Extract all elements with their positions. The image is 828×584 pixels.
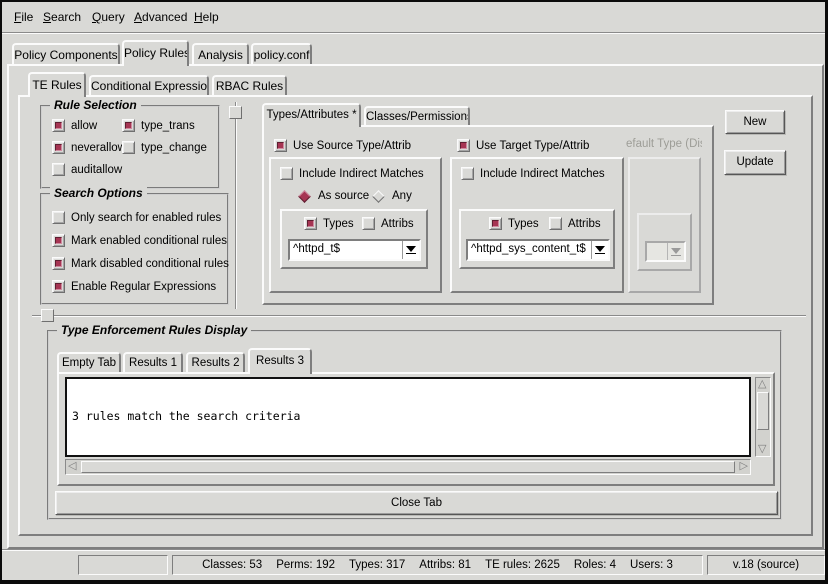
tab-empty-tab[interactable]: Empty Tab [57,352,121,372]
new-button[interactable]: New [725,110,785,134]
status-version-panel: v.18 (source) [707,555,825,575]
target-combo-dropdown-icon[interactable] [591,241,608,259]
source-combo-dropdown-icon[interactable] [402,241,419,259]
default-type-label: efault Type (Disa [626,138,702,150]
checkbox-neverallow[interactable]: neverallow [52,141,126,154]
menu-search[interactable]: Search [43,10,81,24]
default-type-inner-frame [637,213,692,271]
scroll-left-icon[interactable]: ◁ [68,461,76,472]
checkbox-target-types[interactable]: Types [489,217,539,230]
checkbox-auditallow[interactable]: auditallow [52,163,122,176]
radio-any[interactable]: Any [371,190,412,202]
statusbar-separator [2,549,825,551]
vertical-scrollbar-thumb[interactable] [757,392,769,430]
checkbox-source-attribs[interactable]: Attribs [362,217,414,230]
default-type-frame [628,157,701,293]
tab-conditional-expressions[interactable]: Conditional Expressions [89,75,209,95]
results-summary: 3 rules match the search criteria [72,409,749,423]
radio-as-source-diamond [298,190,311,203]
scroll-down-icon[interactable]: ▽ [758,444,766,455]
update-button[interactable]: Update [724,150,786,175]
vertical-sash-line [235,102,237,309]
checkbox-type-trans[interactable]: type_trans [122,119,195,132]
checkbox-use-target[interactable]: Use Target Type/Attrib [457,139,589,152]
target-type-value: ^httpd_sys_content_t$ [468,241,591,259]
tab-policy-components[interactable]: Policy Components [12,43,120,64]
tab-results-3[interactable]: Results 3 [248,348,312,374]
vertical-sash-handle[interactable] [229,106,242,119]
checkbox-allow-box [52,119,65,132]
target-frame: Include Indirect Matches Types Attribs ^… [450,157,624,293]
rule-selection-title: Rule Selection [50,98,141,112]
status-empty-panel [78,555,168,575]
checkbox-target-indirect[interactable]: Include Indirect Matches [461,167,605,180]
checkbox-source-indirect[interactable]: Include Indirect Matches [280,167,424,180]
checkbox-type-change[interactable]: type_change [122,141,207,154]
status-types: Types: 317 [349,559,405,571]
source-frame: Include Indirect Matches As source Any T… [269,157,442,293]
status-users: Users: 3 [630,559,673,571]
checkbox-only-enabled[interactable]: Only search for enabled rules [52,211,221,224]
search-options-title: Search Options [50,186,147,200]
menu-file-rest: ile [21,10,33,24]
status-te-rules: TE rules: 2625 [485,559,560,571]
scroll-right-icon[interactable]: ▷ [740,461,748,472]
types-attributes-page: Use Source Type/Attrib Include Indirect … [262,125,714,305]
close-tab-button[interactable]: Close Tab [55,491,778,515]
menu-file[interactable]: File [14,10,33,24]
tab-results-1[interactable]: Results 1 [123,352,183,372]
vertical-scrollbar[interactable]: △ ▽ [755,377,771,457]
target-type-combobox[interactable]: ^httpd_sys_content_t$ [466,239,610,261]
results-text-area[interactable]: 3 rules match the search criteria (5822)… [65,377,751,457]
checkbox-use-source[interactable]: Use Source Type/Attrib [274,139,411,152]
tab-analysis[interactable]: Analysis [192,43,249,64]
policy-version: v.18 (source) [733,559,799,571]
tab-classes-permissions[interactable]: Classes/Permissions [364,106,470,125]
menu-help[interactable]: Help [194,10,219,24]
te-rules-page: Rule Selection allow type_trans neverall… [18,95,813,536]
te-rules-display-title: Type Enforcement Rules Display [57,323,251,337]
source-types-frame: Types Attribs ^httpd_t$ [280,209,428,269]
checkbox-allow[interactable]: allow [52,119,97,132]
tab-types-attributes[interactable]: Types/Attributes * [262,103,361,127]
checkbox-target-attribs[interactable]: Attribs [549,217,601,230]
target-types-frame: Types Attribs ^httpd_sys_content_t$ [459,209,615,269]
status-perms: Perms: 192 [276,559,335,571]
tab-rbac-rules[interactable]: RBAC Rules [212,75,287,95]
search-options-group: Search Options Only search for enabled r… [40,193,229,305]
tab-te-rules[interactable]: TE Rules [28,72,86,97]
results-page: 3 rules match the search criteria (5822)… [57,372,775,486]
menu-query[interactable]: Query [92,10,125,24]
checkbox-source-types[interactable]: Types [304,217,354,230]
checkbox-enable-regex[interactable]: Enable Regular Expressions [52,280,216,293]
status-stats-panel: Classes: 53 Perms: 192 Types: 317 Attrib… [172,555,703,575]
status-roles: Roles: 4 [574,559,616,571]
horizontal-sash-handle[interactable] [41,309,54,322]
source-type-value: ^httpd_t$ [290,241,402,259]
tab-policy-conf[interactable]: policy.conf [251,43,312,64]
tab-policy-rules[interactable]: Policy Rules [122,40,189,66]
horizontal-scrollbar-thumb[interactable] [81,461,735,473]
tab-results-2[interactable]: Results 2 [186,352,245,372]
rule-selection-group: Rule Selection allow type_trans neverall… [40,105,220,189]
checkbox-mark-disabled[interactable]: Mark disabled conditional rules [52,257,229,270]
menu-advanced[interactable]: Advanced [134,10,187,24]
default-type-dropdown-icon [667,243,684,260]
radio-as-source[interactable]: As source [297,190,369,202]
menubar-separator [2,32,825,34]
te-rules-display-group: Type Enforcement Rules Display Empty Tab… [47,330,782,520]
status-attribs: Attribs: 81 [419,559,471,571]
horizontal-scrollbar[interactable]: ◁ ▷ [65,459,751,475]
scroll-up-icon[interactable]: △ [758,379,766,390]
default-type-combobox [645,241,686,262]
menu-bar: File Search Query Advanced Help [2,2,825,32]
checkbox-mark-enabled[interactable]: Mark enabled conditional rules [52,234,227,247]
radio-any-diamond [372,190,385,203]
status-classes: Classes: 53 [202,559,262,571]
source-type-combobox[interactable]: ^httpd_t$ [288,239,421,261]
apol-window: File Search Query Advanced Help Policy C… [0,0,828,584]
horizontal-sash-line [32,315,806,317]
